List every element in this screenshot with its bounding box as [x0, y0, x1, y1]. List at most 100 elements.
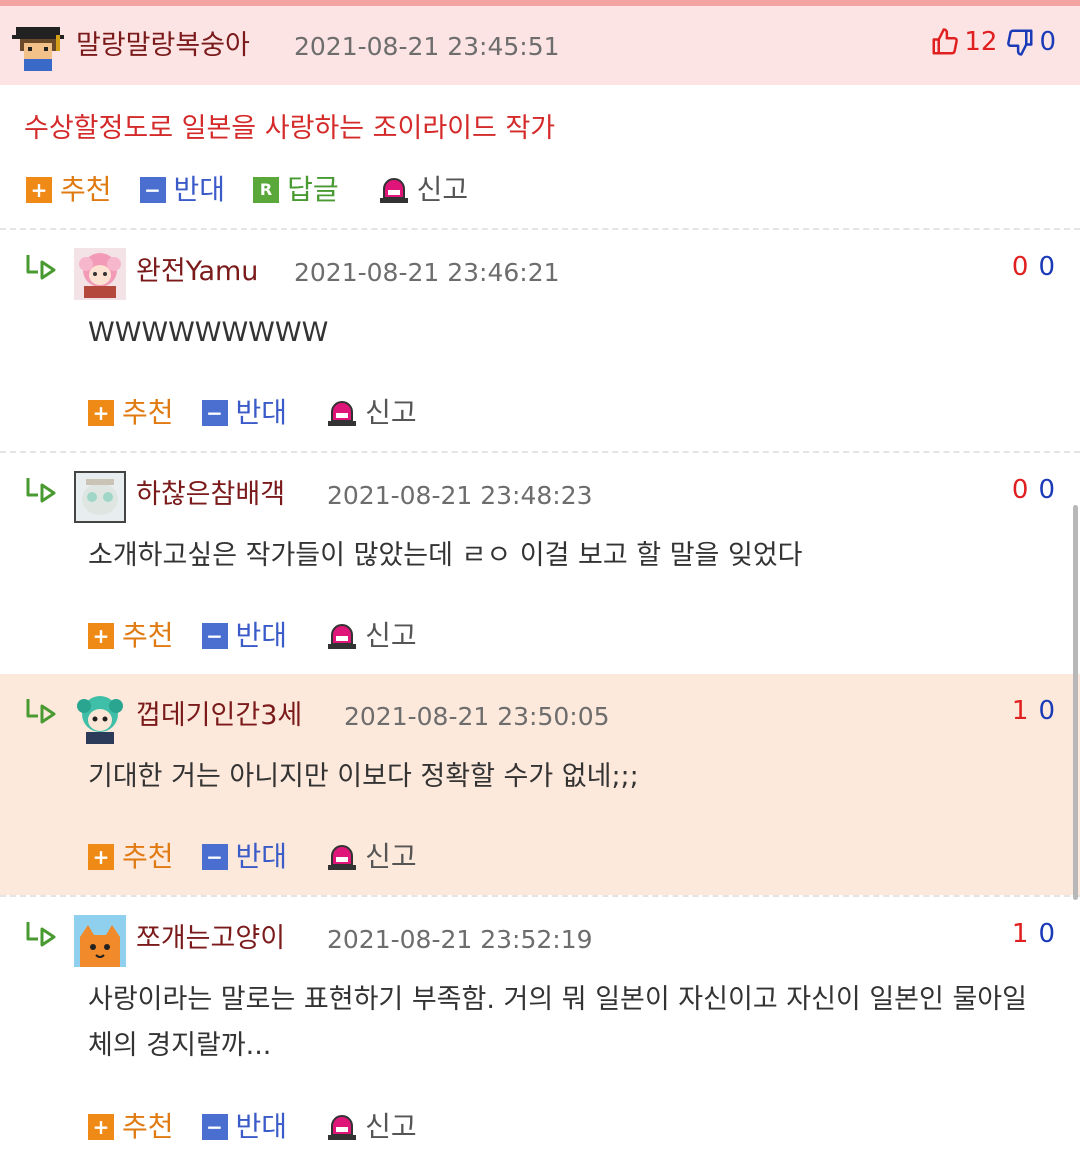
oppose-button[interactable]: − 반대	[139, 173, 226, 206]
reply-votes: 00	[1012, 252, 1055, 282]
oppose-button[interactable]: − 반대	[201, 1110, 288, 1143]
reply-date: 2021-08-21 23:50:05	[344, 702, 610, 731]
reply-date: 2021-08-21 23:46:21	[294, 258, 560, 287]
reply-action-row: + 추천 − 반대 신고	[88, 1109, 417, 1145]
orange-cat-avatar-icon[interactable]	[74, 915, 126, 967]
reply-arrow-icon	[24, 252, 58, 286]
siren-icon	[327, 399, 357, 427]
reply-nickname[interactable]: 쪼개는고양이	[136, 925, 285, 952]
reply-nickname[interactable]: 하찮은참배객	[136, 481, 285, 508]
report-label: 신고	[365, 1110, 417, 1143]
reply-up-count[interactable]: 0	[1012, 475, 1029, 505]
recommend-label: 추천	[122, 396, 174, 429]
thumbs-down-icon[interactable]	[1005, 27, 1035, 57]
report-label: 신고	[365, 840, 417, 873]
main-dislike-count: 0	[1039, 27, 1056, 57]
recommend-button[interactable]: + 추천	[88, 622, 174, 650]
reply-arrow-icon	[24, 696, 58, 730]
reply-r-icon: R	[253, 177, 280, 203]
plus-icon: +	[88, 1114, 114, 1140]
reply-item: 쪼개는고양이 2021-08-21 23:52:19 10 사랑이라는 말로는 …	[0, 897, 1080, 1162]
reply-body: WWWWWWWWW	[88, 317, 329, 348]
reply-item: 하찮은참배객 2021-08-21 23:48:23 00 소개하고싶은 작가들…	[0, 453, 1080, 674]
siren-icon	[379, 176, 409, 204]
minus-icon: −	[201, 400, 228, 426]
plus-icon: +	[88, 400, 114, 426]
oppose-button[interactable]: − 반대	[201, 840, 288, 873]
recommend-label: 추천	[122, 1110, 174, 1143]
reply-up-count[interactable]: 1	[1012, 696, 1029, 726]
reply-body: 소개하고싶은 작가들이 많았는데 ㄹㅇ 이걸 보고 할 말을 잊었다	[88, 540, 803, 571]
recommend-label: 추천	[60, 173, 112, 206]
reply-arrow-icon	[24, 475, 58, 509]
oppose-button[interactable]: − 반대	[201, 396, 288, 429]
oppose-label: 반대	[235, 840, 288, 873]
reply-votes: 10	[1012, 696, 1055, 726]
anime-girl-avatar-icon[interactable]	[74, 248, 126, 300]
report-button[interactable]: 신고	[327, 399, 417, 427]
main-comment-body: 수상할정도로 일본을 사랑하는 조이라이드 작가	[24, 113, 556, 144]
reply-arrow-icon	[24, 919, 58, 953]
report-button[interactable]: 신고	[327, 622, 417, 650]
thumbs-up-icon[interactable]	[930, 27, 960, 57]
recommend-label: 추천	[122, 840, 174, 873]
reply-votes: 00	[1012, 475, 1055, 505]
reply-up-count[interactable]: 0	[1012, 252, 1029, 282]
main-nickname[interactable]: 말랑말랑복숭아	[76, 32, 250, 59]
oppose-label: 반대	[235, 396, 288, 429]
oppose-label: 반대	[235, 619, 288, 652]
reply-down-count[interactable]: 0	[1038, 475, 1055, 505]
scrollbar[interactable]	[1073, 505, 1078, 900]
reply-nickname[interactable]: 완전Yamu	[136, 258, 258, 285]
reply-body: 기대한 거는 아니지만 이보다 정확할 수가 없네;;;	[88, 761, 639, 792]
report-button[interactable]: 신고	[379, 173, 469, 206]
oppose-button[interactable]: − 반대	[201, 619, 288, 652]
plus-icon: +	[88, 844, 114, 870]
recommend-button[interactable]: + 추천	[88, 399, 174, 427]
reply-down-count[interactable]: 0	[1038, 696, 1055, 726]
plus-icon: +	[26, 177, 52, 203]
reply-button[interactable]: R 답글	[253, 176, 339, 204]
main-date: 2021-08-21 23:45:51	[294, 32, 560, 61]
reply-action-row: + 추천 − 반대 신고	[88, 839, 417, 875]
report-label: 신고	[365, 619, 417, 652]
pixel-character-icon[interactable]	[12, 23, 64, 75]
reply-nickname[interactable]: 껍데기인간3세	[136, 702, 302, 729]
oppose-label: 반대	[235, 1110, 288, 1143]
reply-votes: 10	[1012, 919, 1055, 949]
report-button[interactable]: 신고	[327, 843, 417, 871]
recommend-button[interactable]: + 추천	[88, 843, 174, 871]
report-label: 신고	[365, 396, 417, 429]
siren-icon	[327, 843, 357, 871]
recommend-button[interactable]: + 추천	[26, 176, 112, 204]
minus-icon: −	[201, 1114, 228, 1140]
siren-icon	[327, 1113, 357, 1141]
main-action-row: + 추천 − 반대 R 답글 신고	[26, 172, 468, 208]
main-like-count: 12	[964, 27, 998, 57]
reply-label: 답글	[287, 173, 339, 206]
recommend-label: 추천	[122, 619, 174, 652]
minus-icon: −	[201, 623, 228, 649]
reply-action-row: + 추천 − 반대 신고	[88, 395, 417, 431]
recommend-button[interactable]: + 추천	[88, 1113, 174, 1141]
main-comment-header: 말랑말랑복숭아 2021-08-21 23:45:51 12 0	[0, 6, 1080, 85]
oppose-label: 반대	[173, 173, 226, 206]
reply-body: 사랑이라는 말로는 표현하기 부족함. 거의 뭐 일본이 자신이고 자신이 일본…	[88, 984, 1027, 1061]
reply-item: 완전Yamu 2021-08-21 23:46:21 00 WWWWWWWWW …	[0, 230, 1080, 451]
minus-icon: −	[139, 177, 166, 203]
report-label: 신고	[416, 173, 469, 206]
reply-action-row: + 추천 − 반대 신고	[88, 618, 417, 654]
reply-up-count[interactable]: 1	[1012, 919, 1029, 949]
green-hair-character-avatar-icon[interactable]	[74, 692, 126, 744]
reply-date: 2021-08-21 23:48:23	[327, 481, 593, 510]
reply-item-highlighted: 껍데기인간3세 2021-08-21 23:50:05 10 기대한 거는 아니…	[0, 674, 1080, 895]
reply-down-count[interactable]: 0	[1038, 919, 1055, 949]
minus-icon: −	[201, 844, 228, 870]
main-vote-summary: 12 0	[930, 26, 1056, 58]
plus-icon: +	[88, 623, 114, 649]
reply-down-count[interactable]: 0	[1038, 252, 1055, 282]
reply-date: 2021-08-21 23:52:19	[327, 925, 593, 954]
masked-character-avatar-icon[interactable]	[74, 471, 126, 523]
siren-icon	[327, 622, 357, 650]
report-button[interactable]: 신고	[327, 1113, 417, 1141]
